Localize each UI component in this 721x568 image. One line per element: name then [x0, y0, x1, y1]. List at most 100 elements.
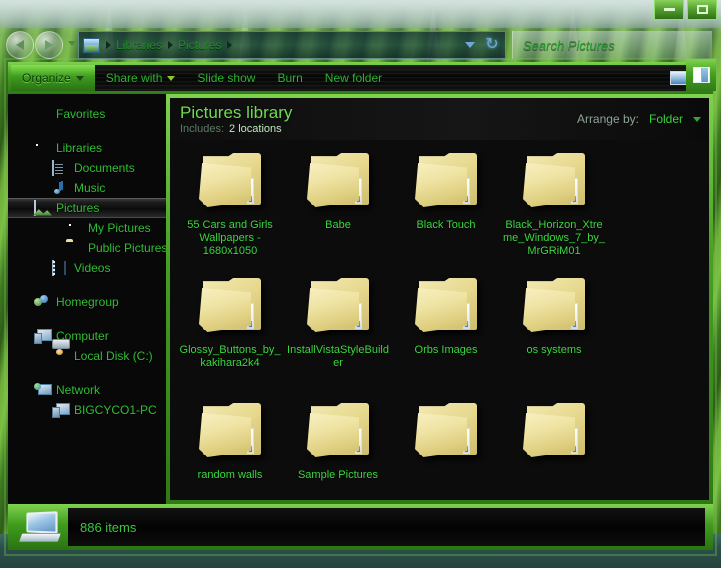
previous-locations-chevron-down-icon[interactable] [465, 42, 475, 48]
sidebar-item-documents[interactable]: Documents [8, 158, 166, 178]
maximize-button[interactable] [687, 0, 717, 20]
folder-icon [197, 150, 263, 212]
file-list-item[interactable]: random walls [176, 396, 284, 500]
video-icon [52, 259, 68, 276]
window-controls [654, 0, 717, 20]
organize-label: Organize [22, 71, 71, 85]
navigation-pane[interactable]: Favorites Libraries Documents Music Pict… [8, 94, 166, 504]
file-list-item-label: Babe [325, 219, 351, 231]
status-bar: 886 items [8, 504, 713, 550]
arrange-by-value[interactable]: Folder [649, 112, 683, 126]
content-pane[interactable]: Pictures library Includes: 2 locations A… [170, 98, 709, 500]
slide-show-button[interactable]: Slide show [186, 65, 266, 91]
folder-icon [66, 241, 82, 256]
recent-pages-chevron-down-icon[interactable] [68, 41, 76, 46]
file-list-item-label: InstallVistaStyleBuilder [287, 344, 389, 369]
search-box[interactable]: Search Pictures [512, 31, 712, 59]
slide-show-label: Slide show [197, 71, 256, 85]
sidebar-group-computer: Computer Local Disk (C:) [8, 326, 166, 366]
sidebar-item-label: Homegroup [56, 295, 119, 309]
refresh-icon[interactable]: ↻ [483, 36, 501, 54]
folder-icon [413, 150, 479, 212]
organize-button[interactable]: Organize [11, 65, 95, 91]
maximize-icon [696, 4, 708, 14]
library-header: Pictures library Includes: 2 locations A… [170, 98, 709, 140]
sidebar-item-network[interactable]: Network [8, 380, 166, 400]
file-list-item-label: Orbs Images [414, 344, 478, 356]
chevron-right-icon [227, 41, 233, 49]
sidebar-item-videos[interactable]: Videos [8, 258, 166, 278]
file-list-item[interactable] [392, 396, 500, 500]
sidebar-item-music[interactable]: Music [8, 178, 166, 198]
file-list-item-label: 55 Cars and Girls Wallpapers - 1680x1050 [187, 219, 273, 257]
window-titlebar [0, 0, 721, 28]
share-with-label: Share with [105, 71, 163, 85]
file-list-item-label: Black_Horizon_Xtreme_Windows_7_by_MrGRiM… [502, 219, 606, 257]
picture-icon [34, 199, 50, 216]
sidebar-item-libraries[interactable]: Libraries [8, 138, 166, 158]
file-list-item[interactable]: Sample Pictures [284, 396, 392, 500]
file-list-item[interactable]: Glossy_Buttons_by_kakihara2k4 [176, 271, 284, 396]
chevron-down-icon [167, 75, 176, 81]
file-list[interactable]: 55 Cars and Girls Wallpapers - 1680x1050… [170, 140, 709, 500]
back-button[interactable] [6, 31, 34, 59]
includes-value[interactable]: 2 locations [229, 123, 282, 135]
address-bar[interactable]: Libraries Pictures ↻ [78, 31, 506, 59]
file-list-item[interactable]: Black_Horizon_Xtreme_Windows_7_by_MrGRiM… [500, 146, 608, 271]
sidebar-item-label: Favorites [56, 107, 106, 121]
arrange-by-control[interactable]: Arrange by: Folder [577, 112, 709, 126]
sidebar-item-label: BIGCYCO1-PC [74, 403, 157, 417]
file-list-item[interactable]: 55 Cars and Girls Wallpapers - 1680x1050 [176, 146, 284, 271]
folder-icon [197, 275, 263, 337]
address-bar-row: Libraries Pictures ↻ Search Pictures [0, 28, 721, 62]
file-list-item-label: random walls [197, 469, 263, 481]
chevron-down-icon[interactable] [693, 116, 701, 122]
homegroup-icon [34, 295, 50, 310]
file-list-item[interactable]: os systems [500, 271, 608, 396]
sidebar-item-computer[interactable]: Computer [8, 326, 166, 346]
sidebar-group-favorites: Favorites [8, 104, 166, 124]
minimize-button[interactable] [654, 0, 684, 20]
sidebar-item-homegroup[interactable]: Homegroup [8, 292, 166, 312]
sidebar-item-label: Music [74, 181, 106, 195]
sidebar-item-favorites[interactable]: Favorites [8, 104, 166, 124]
folder-icon [305, 150, 371, 212]
burn-button[interactable]: Burn [266, 65, 313, 91]
sidebar-item-label: Pictures [56, 201, 100, 215]
search-input[interactable]: Search Pictures [523, 38, 615, 53]
share-with-button[interactable]: Share with [95, 65, 187, 91]
forward-button[interactable] [35, 31, 63, 59]
file-list-item[interactable]: Black Touch [392, 146, 500, 271]
computer-icon [34, 329, 50, 344]
chevron-right-icon [168, 41, 174, 49]
library-title-block: Pictures library Includes: 2 locations [170, 103, 292, 135]
folder-icon [413, 275, 479, 337]
file-list-item-label: os systems [526, 344, 582, 356]
sidebar-item-bigcyco1-pc[interactable]: BIGCYCO1-PC [8, 400, 166, 420]
breadcrumb-pictures[interactable]: Pictures [178, 38, 221, 52]
file-list-item-label: Black Touch [416, 219, 476, 231]
sidebar-item-pictures[interactable]: Pictures [8, 198, 166, 218]
minimize-icon [663, 7, 675, 11]
file-list-item[interactable]: Orbs Images [392, 271, 500, 396]
sidebar-item-public-pictures[interactable]: Public Pictures [8, 238, 166, 258]
forward-arrow-icon [45, 40, 53, 50]
sidebar-group-libraries: Libraries Documents Music Pictures My Pi… [8, 138, 166, 278]
includes-label: Includes: [180, 123, 225, 135]
file-list-item[interactable]: Babe [284, 146, 392, 271]
new-folder-button[interactable]: New folder [314, 65, 393, 91]
hard-disk-icon [52, 349, 68, 364]
sidebar-item-my-pictures[interactable]: My Pictures [8, 218, 166, 238]
sidebar-item-local-disk-c[interactable]: Local Disk (C:) [8, 346, 166, 366]
my-pictures-folder-icon [66, 221, 82, 236]
content-pane-frame: Pictures library Includes: 2 locations A… [166, 94, 713, 504]
network-computer-icon [52, 403, 68, 418]
file-list-item[interactable] [500, 396, 608, 500]
file-list-item[interactable]: InstallVistaStyleBuilder [284, 271, 392, 396]
back-arrow-icon [16, 40, 24, 50]
breadcrumb-libraries[interactable]: Libraries [116, 38, 162, 52]
view-layout-icon [670, 71, 687, 85]
music-note-icon [52, 181, 68, 196]
sidebar-group-network: Network BIGCYCO1-PC [8, 380, 166, 420]
preview-pane-button[interactable] [686, 59, 716, 91]
